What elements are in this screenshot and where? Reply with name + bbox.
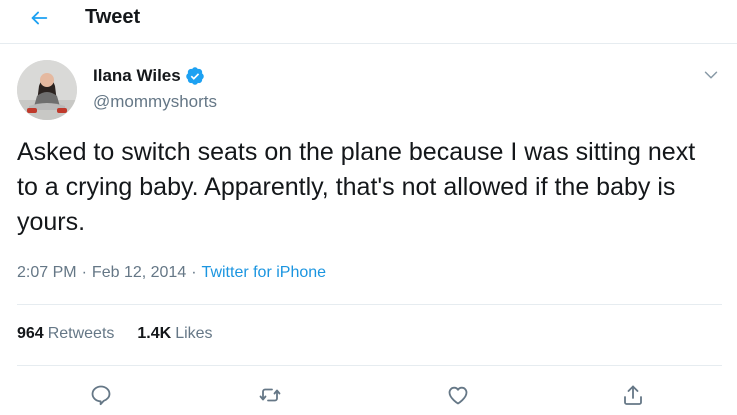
tweet-header: Tweet [0,0,737,44]
likes-count: 1.4K [137,325,172,342]
retweets-stat[interactable]: 964 Retweets [17,325,114,343]
likes-stat[interactable]: 1.4K Likes [137,325,212,343]
share-button[interactable] [616,378,650,412]
reply-button[interactable] [84,378,118,412]
tweet-client-link[interactable]: Twitter for iPhone [202,264,327,282]
retweet-icon [259,388,281,402]
tweet-date[interactable]: Feb 12, 2014 [92,264,186,282]
arrow-left-icon [31,11,48,25]
meta-separator: · [81,264,87,281]
meta-separator: · [191,264,197,281]
chevron-down-icon [704,71,718,79]
verified-badge-icon [185,66,205,86]
page-title: Tweet [85,6,141,28]
like-icon [448,386,468,405]
author-name[interactable]: Ilana Wiles [93,66,181,86]
tweet-text: Asked to switch seats on the plane becau… [17,138,696,236]
divider [17,304,722,305]
back-button[interactable] [22,3,56,33]
tweet-meta: 2:07 PM · Feb 12, 2014 · Twitter for iPh… [17,264,326,282]
tweet-time[interactable]: 2:07 PM [17,264,77,282]
like-button[interactable] [441,378,475,412]
likes-label: Likes [175,325,213,342]
retweets-label: Retweets [47,325,115,342]
avatar-photo-icon [17,60,77,120]
retweets-count: 964 [17,325,44,342]
divider [17,365,722,366]
retweet-button[interactable] [253,378,287,412]
tweet-actions [0,378,737,412]
author-handle[interactable]: @mommyshorts [93,92,217,112]
avatar[interactable] [17,60,77,120]
share-icon [624,385,642,405]
reply-icon [91,385,111,406]
author-name-row[interactable]: Ilana Wiles [93,66,205,86]
more-options-button[interactable] [700,64,722,86]
tweet-stats: 964 Retweets 1.4K Likes [17,325,213,343]
